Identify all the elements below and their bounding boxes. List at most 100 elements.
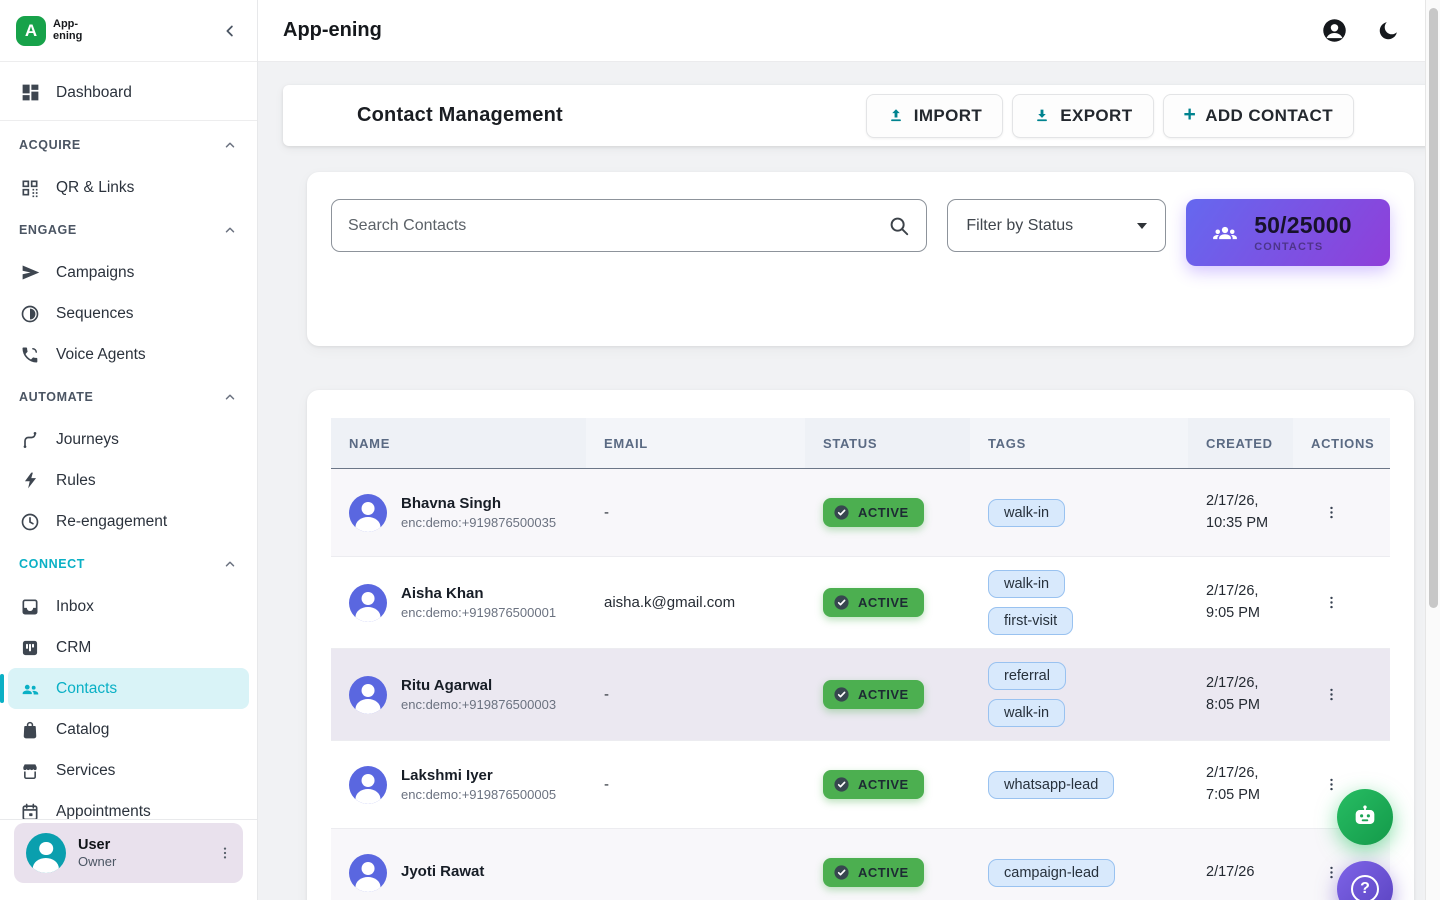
storefront-icon: [19, 760, 41, 782]
search-icon[interactable]: [888, 215, 910, 237]
status-badge: ACTIVE: [823, 858, 924, 887]
avatar-body: [33, 858, 59, 873]
sidebar-item-appointments[interactable]: Appointments: [0, 791, 257, 819]
contact-phone: enc:demo:+919876500001: [401, 605, 556, 620]
contact-name: Aisha Khan: [401, 585, 556, 602]
sidebar-nav: Dashboard ACQUIRE QR & Links ENGAGE: [0, 62, 257, 819]
column-header-name[interactable]: NAME: [331, 418, 586, 468]
status-badge: ACTIVE: [823, 770, 924, 799]
sidebar-item-journeys[interactable]: Journeys: [0, 419, 257, 460]
sidebar-item-label: Voice Agents: [56, 346, 146, 364]
chevron-up-icon: [223, 223, 237, 237]
user-menu-button[interactable]: [217, 844, 233, 862]
sidebar-item-qr-links[interactable]: QR & Links: [0, 167, 257, 208]
page: A App- ening Dashboard: [0, 0, 1440, 900]
scrollbar-thumb[interactable]: [1429, 8, 1438, 608]
upload-icon: [887, 107, 905, 125]
contact-phone: enc:demo:+919876500005: [401, 787, 556, 802]
sidebar-collapse-button[interactable]: [221, 22, 239, 40]
sidebar-item-crm[interactable]: CRM: [0, 627, 257, 668]
brand: A App- ening: [16, 16, 82, 46]
sidebar-item-sequences[interactable]: Sequences: [0, 293, 257, 334]
status-label: ACTIVE: [858, 595, 909, 610]
dark-mode-moon-icon[interactable]: [1376, 19, 1400, 43]
sidebar-item-catalog[interactable]: Catalog: [0, 709, 257, 750]
section-header-automate[interactable]: AUTOMATE: [0, 375, 257, 419]
brand-name: App- ening: [53, 19, 82, 42]
column-header-tags[interactable]: TAGS: [970, 418, 1188, 468]
section-header-engage[interactable]: ENGAGE: [0, 208, 257, 252]
column-header-created[interactable]: CREATED: [1188, 418, 1293, 468]
sidebar-item-rules[interactable]: Rules: [0, 460, 257, 501]
clock-icon: [19, 511, 41, 533]
sidebar-item-inbox[interactable]: Inbox: [0, 586, 257, 627]
tag-pill: first-visit: [988, 607, 1073, 635]
table-row[interactable]: Aisha Khan enc:demo:+919876500001 aisha.…: [331, 557, 1390, 649]
sidebar-item-services[interactable]: Services: [0, 750, 257, 791]
sidebar-item-label: Dashboard: [56, 84, 132, 102]
inbox-icon: [19, 596, 41, 618]
contact-phone: enc:demo:+919876500003: [401, 697, 556, 712]
table-body: Bhavna Singh enc:demo:+919876500035 - AC…: [331, 469, 1390, 900]
table-row[interactable]: Jyoti Rawat ACTIVE campaign-lead 2/17/26: [331, 829, 1390, 900]
column-header-status[interactable]: STATUS: [805, 418, 970, 468]
sidebar-item-label: Re-engagement: [56, 513, 167, 531]
sidebar-item-voice-agents[interactable]: Voice Agents: [0, 334, 257, 375]
check-circle-icon: [833, 594, 850, 611]
table-row[interactable]: Lakshmi Iyer enc:demo:+919876500005 - AC…: [331, 741, 1390, 829]
tag-pill: referral: [988, 662, 1066, 690]
search-filter-card: Search Contacts Filter by Status 50/2500…: [307, 172, 1414, 346]
sidebar: A App- ening Dashboard: [0, 0, 258, 900]
contrast-circle-icon: [19, 303, 41, 325]
contact-name: Jyoti Rawat: [401, 863, 484, 880]
contact-tags: referralwalk-in: [970, 662, 1188, 727]
section-label: ENGAGE: [19, 223, 77, 237]
section-header-acquire[interactable]: ACQUIRE: [0, 123, 257, 167]
search-input[interactable]: Search Contacts: [331, 199, 927, 252]
section-header-connect[interactable]: CONNECT: [0, 542, 257, 586]
route-icon: [19, 429, 41, 451]
contact-phone: enc:demo:+919876500035: [401, 515, 556, 530]
user-card[interactable]: User Owner: [14, 823, 243, 883]
dashboard-icon: [19, 82, 41, 104]
row-actions-button[interactable]: [1323, 593, 1390, 612]
row-actions-button[interactable]: [1323, 503, 1390, 522]
account-circle-icon[interactable]: [1321, 17, 1348, 44]
sidebar-item-label: Services: [56, 762, 115, 780]
table-row[interactable]: Ritu Agarwal enc:demo:+919876500003 - AC…: [331, 649, 1390, 741]
import-button[interactable]: IMPORT: [866, 94, 1004, 138]
brand-name-line2: ening: [53, 31, 82, 43]
created-time: 8:05 PM: [1206, 695, 1293, 717]
page-scrollbar[interactable]: [1425, 0, 1440, 900]
qr-code-icon: [19, 177, 41, 199]
contact-created: 2/17/26, 9:05 PM: [1188, 581, 1293, 625]
table-row[interactable]: Bhavna Singh enc:demo:+919876500035 - AC…: [331, 469, 1390, 557]
export-button[interactable]: EXPORT: [1012, 94, 1153, 138]
contact-tags: whatsapp-lead: [970, 771, 1188, 799]
status-badge: ACTIVE: [823, 588, 924, 617]
status-label: ACTIVE: [858, 865, 909, 880]
kanban-icon: [19, 637, 41, 659]
contact-tags: walk-infirst-visit: [970, 570, 1188, 635]
sidebar-item-label: Rules: [56, 472, 96, 490]
sidebar-item-contacts[interactable]: Contacts: [8, 668, 249, 709]
contact-email: -: [586, 776, 805, 793]
sidebar-item-campaigns[interactable]: Campaigns: [0, 252, 257, 293]
row-actions-button[interactable]: [1323, 685, 1390, 704]
contact-avatar: [349, 584, 387, 622]
contact-avatar: [349, 494, 387, 532]
contact-avatar: [349, 766, 387, 804]
chatbot-fab[interactable]: [1337, 789, 1393, 845]
status-label: ACTIVE: [858, 777, 909, 792]
status-badge: ACTIVE: [823, 498, 924, 527]
status-filter-label: Filter by Status: [966, 217, 1073, 235]
brand-name-line1: App-: [53, 19, 82, 31]
contact-toolbar: Contact Management IMPORT EXPORT: [283, 85, 1440, 146]
status-filter-select[interactable]: Filter by Status: [947, 199, 1166, 252]
column-header-email[interactable]: EMAIL: [586, 418, 805, 468]
calendar-icon: [19, 801, 41, 820]
add-contact-button[interactable]: + ADD CONTACT: [1163, 94, 1354, 138]
sidebar-item-dashboard[interactable]: Dashboard: [0, 72, 257, 113]
shopping-bag-icon: [19, 719, 41, 741]
sidebar-item-re-engagement[interactable]: Re-engagement: [0, 501, 257, 542]
